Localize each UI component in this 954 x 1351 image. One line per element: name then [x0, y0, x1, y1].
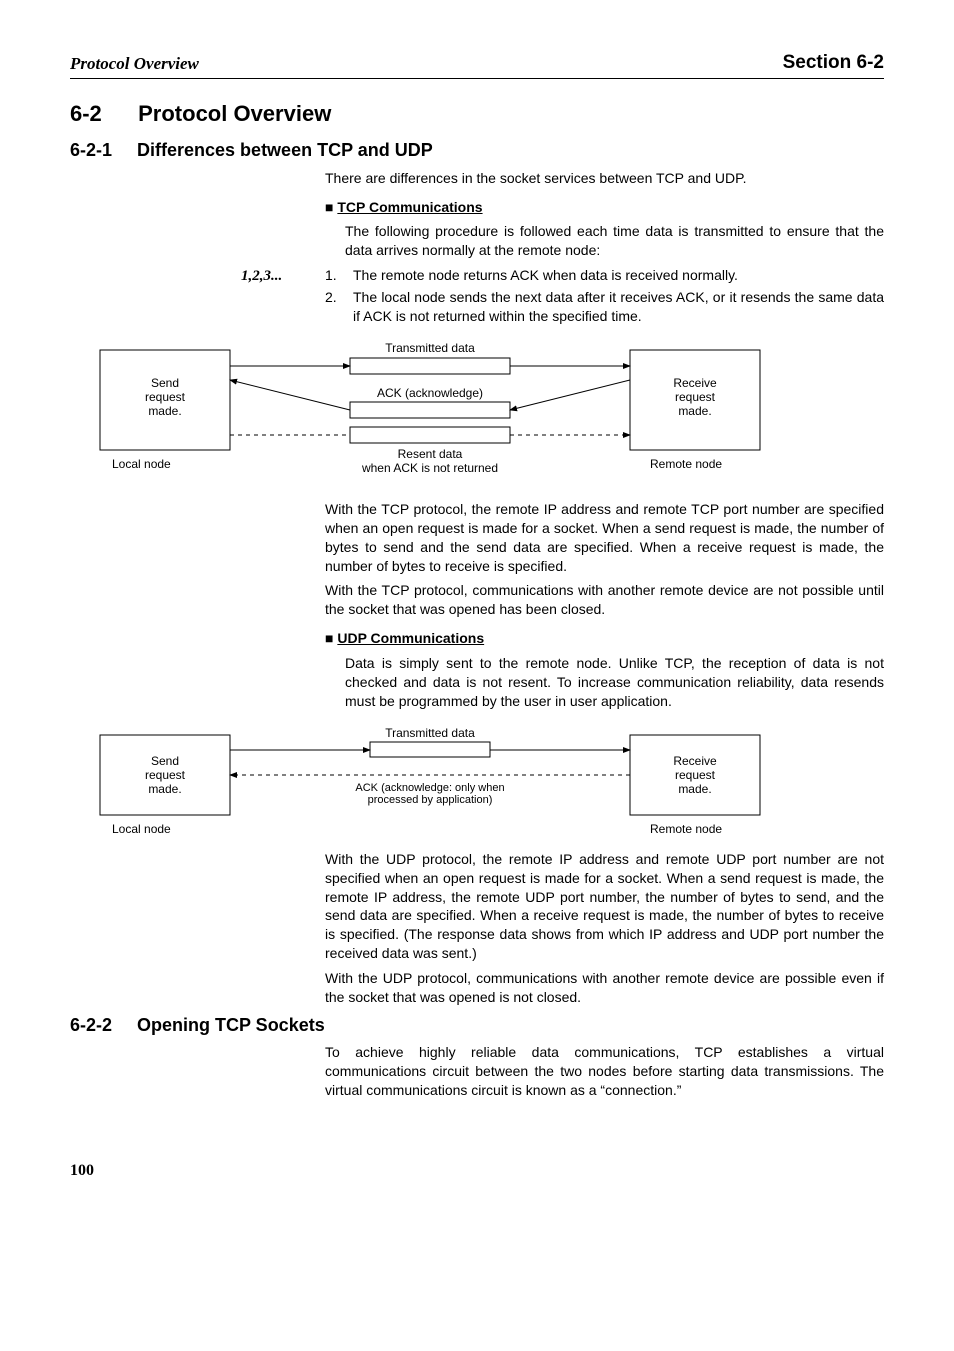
- section-number: 6-2: [70, 99, 132, 129]
- list-marker: 1,2,3...: [241, 266, 282, 286]
- page-header: Protocol Overview Section 6-2: [70, 50, 884, 79]
- d1-send1: Send: [151, 376, 179, 390]
- d1-send3: made.: [148, 404, 181, 418]
- section-title: Protocol Overview: [138, 101, 331, 126]
- tcp-para-2: With the TCP protocol, the remote IP add…: [325, 500, 884, 576]
- d2-remote: Remote node: [650, 822, 722, 836]
- d1-recv1: Receive: [673, 376, 717, 390]
- numbered-list: 1,2,3... 1. The remote node returns ACK …: [325, 266, 884, 326]
- d1-trans: Transmitted data: [385, 341, 475, 355]
- list-item: 1. The remote node returns ACK when data…: [325, 266, 884, 285]
- subsection-2-heading: 6-2-2 Opening TCP Sockets: [70, 1013, 884, 1037]
- d2-local: Local node: [112, 822, 171, 836]
- list-item: 2. The local node sends the next data af…: [325, 288, 884, 326]
- d2-recv2: request: [675, 768, 716, 782]
- d1-recv2: request: [675, 390, 716, 404]
- list-number: 1.: [325, 266, 353, 285]
- d2-send3: made.: [148, 782, 181, 796]
- d1-ack: ACK (acknowledge): [377, 386, 483, 400]
- header-section-label: Section 6-2: [783, 50, 884, 76]
- udp-para-3: With the UDP protocol, communications wi…: [325, 969, 884, 1007]
- subsection-1-number: 6-2-1: [70, 138, 132, 162]
- subsection-1-heading: 6-2-1 Differences between TCP and UDP: [70, 138, 884, 162]
- bullet-square-icon: ■: [325, 630, 337, 646]
- d2-send2: request: [145, 768, 186, 782]
- d1-recv3: made.: [678, 404, 711, 418]
- section-heading: 6-2 Protocol Overview: [70, 99, 884, 129]
- bullet-square-icon: ■: [325, 199, 337, 215]
- page-number: 100: [70, 1160, 884, 1182]
- d1-resent1: Resent data: [398, 447, 463, 461]
- subsection-2-para: To achieve highly reliable data communic…: [325, 1043, 884, 1100]
- d1-resent2: when ACK is not returned: [361, 461, 498, 475]
- tcp-heading: ■ TCP Communications: [325, 198, 884, 217]
- d2-recv3: made.: [678, 782, 711, 796]
- list-text: The local node sends the next data after…: [353, 288, 884, 326]
- udp-heading: ■ UDP Communications: [325, 629, 884, 648]
- intro-paragraph: There are differences in the socket serv…: [325, 169, 884, 188]
- tcp-intro-para: The following procedure is followed each…: [345, 222, 884, 260]
- udp-para-2: With the UDP protocol, the remote IP add…: [325, 850, 884, 963]
- d2-trans: Transmitted data: [385, 726, 475, 740]
- tcp-diagram: Send request made. Local node Receive re…: [90, 340, 884, 490]
- subsection-2-title: Opening TCP Sockets: [137, 1015, 325, 1035]
- d1-remote: Remote node: [650, 457, 722, 471]
- d2-ack1: ACK (acknowledge: only when: [355, 782, 504, 794]
- list-number: 2.: [325, 288, 353, 326]
- d2-send1: Send: [151, 754, 179, 768]
- d1-send2: request: [145, 390, 186, 404]
- subsection-1-title: Differences between TCP and UDP: [137, 140, 433, 160]
- header-left-title: Protocol Overview: [70, 53, 199, 76]
- d1-local: Local node: [112, 457, 171, 471]
- tcp-heading-text: TCP Communications: [337, 199, 482, 215]
- udp-para-1: Data is simply sent to the remote node. …: [345, 654, 884, 711]
- tcp-para-3: With the TCP protocol, communications wi…: [325, 581, 884, 619]
- udp-diagram: Send request made. Local node Receive re…: [90, 725, 884, 840]
- d2-ack2: processed by application): [368, 794, 493, 806]
- udp-heading-text: UDP Communications: [337, 630, 484, 646]
- d2-recv1: Receive: [673, 754, 717, 768]
- subsection-2-number: 6-2-2: [70, 1013, 132, 1037]
- list-text: The remote node returns ACK when data is…: [353, 266, 884, 285]
